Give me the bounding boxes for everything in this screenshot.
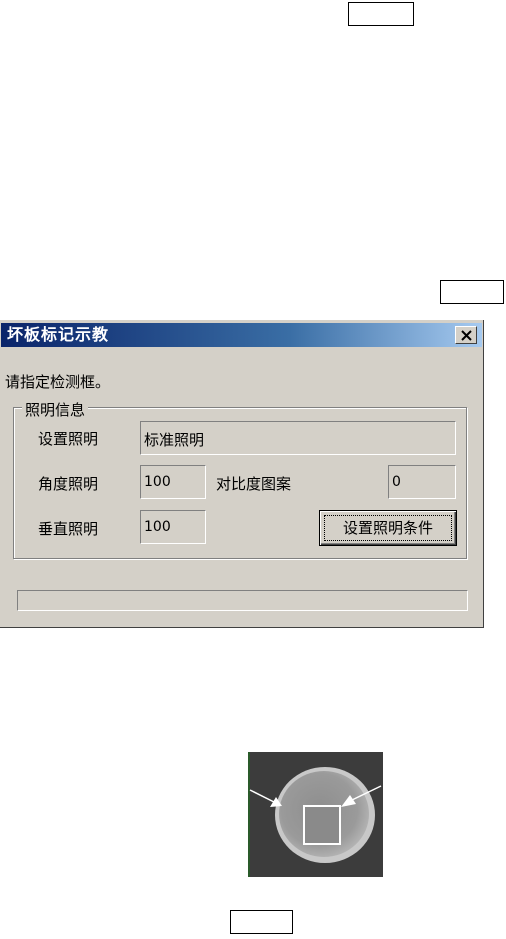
placeholder-box-middle <box>440 280 504 304</box>
detection-area-fill <box>304 806 340 844</box>
dialog-titlebar[interactable]: 坏板标记示教 <box>1 323 482 347</box>
vertical-lighting-field: 100 <box>140 510 206 544</box>
image-left-edge <box>248 752 250 877</box>
close-button[interactable] <box>455 326 477 344</box>
contrast-pattern-label: 对比度图案 <box>216 475 292 493</box>
lighting-info-group-title: 照明信息 <box>22 399 89 420</box>
angle-lighting-label: 角度照明 <box>38 475 99 493</box>
angle-lighting-field: 100 <box>140 465 206 499</box>
inspection-camera-image <box>248 752 383 877</box>
close-icon <box>461 330 472 341</box>
set-lighting-conditions-button-label: 设置照明条件 <box>324 515 452 541</box>
contrast-pattern-field: 0 <box>388 465 456 499</box>
setting-lighting-label: 设置照明 <box>38 430 99 448</box>
setting-lighting-field: 标准照明 <box>140 421 456 455</box>
placeholder-box-top <box>348 2 414 26</box>
vertical-lighting-label: 垂直照明 <box>38 520 99 538</box>
dialog-title: 坏板标记示教 <box>7 325 110 344</box>
status-bar <box>17 590 468 611</box>
mark-teaching-dialog: 坏板标记示教 请指定检测框。 照明信息 设置照明 标准照明 角度照明 100 对… <box>0 320 484 628</box>
set-lighting-conditions-button[interactable]: 设置照明条件 <box>319 510 457 546</box>
instruction-text: 请指定检测框。 <box>5 373 111 391</box>
placeholder-box-bottom <box>230 910 293 934</box>
